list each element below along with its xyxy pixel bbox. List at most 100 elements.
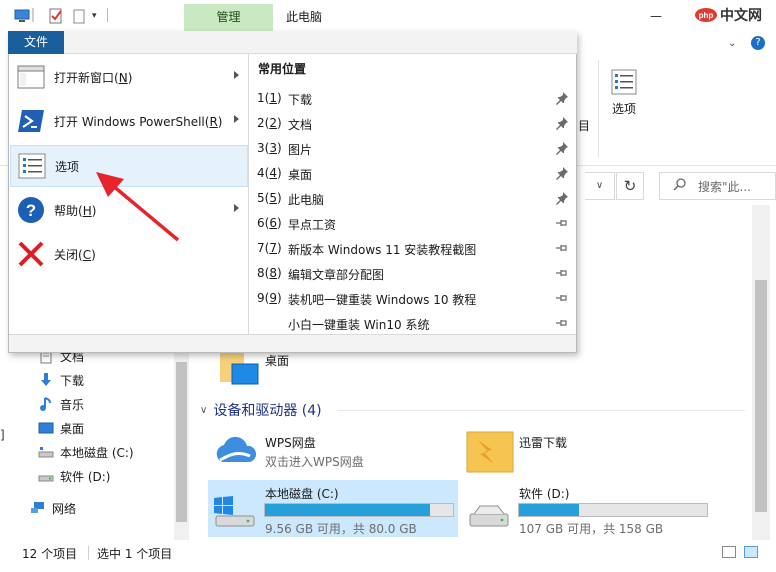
recent-place-item[interactable]: 4(4) 桌面 — [250, 161, 576, 186]
recent-place-item[interactable]: 3(3) 图片 — [250, 136, 576, 161]
drive-d-usage-fill — [519, 504, 580, 516]
powershell-icon — [16, 106, 46, 136]
nav-item-drive-d[interactable]: 软件 (D:) — [38, 465, 110, 487]
submenu-arrow-icon — [234, 204, 239, 212]
recent-place-name: 此电脑 — [288, 193, 325, 207]
desktop-folder-label[interactable]: 桌面 — [265, 352, 289, 369]
address-dropdown-button[interactable]: ∨ — [585, 172, 615, 200]
recent-place-name: 下载 — [288, 93, 313, 107]
recent-place-item[interactable]: 8(8) 编辑文章部分配图 — [250, 261, 576, 286]
annotation-arrow — [96, 172, 180, 242]
file-menu-divider — [248, 54, 249, 334]
nav-item-network[interactable]: 网络 — [30, 497, 76, 519]
chevron-down-icon[interactable]: ∨ — [200, 405, 207, 416]
drive-d-title[interactable]: 软件 (D:) — [519, 485, 569, 502]
status-item-count: 12 个项目 — [22, 547, 78, 561]
search-placeholder: 搜索"此... — [698, 180, 751, 194]
drive-d-subtitle: 107 GB 可用，共 158 GB — [519, 522, 664, 536]
recent-place-item[interactable]: 7(7) 新版本 Windows 11 安装教程截图 — [250, 236, 576, 261]
ribbon-separator — [598, 60, 599, 158]
pin-icon[interactable] — [555, 291, 569, 305]
drive-c-usage-bar — [264, 503, 454, 517]
file-menu-tab-strip — [64, 31, 577, 54]
toolbar-divider — [32, 8, 34, 22]
options-icon — [17, 151, 47, 181]
pin-icon[interactable] — [555, 266, 569, 280]
recent-place-name: 装机吧一键重装 Windows 10 教程 — [288, 293, 477, 307]
recent-place-index: 6(6) — [257, 216, 282, 230]
xunlei-title[interactable]: 迅雷下载 — [519, 434, 567, 451]
menu-item-new-window[interactable]: 打开新窗口(N) — [10, 56, 248, 98]
computer-icon[interactable] — [14, 8, 30, 24]
recent-place-name: 小白一键重装 Win10 系统 — [288, 318, 430, 332]
recent-place-item[interactable]: 1(1) 下载 — [250, 86, 576, 111]
pin-icon[interactable] — [555, 241, 569, 255]
recent-place-index: 9(9) — [257, 291, 282, 305]
menu-item-label: 打开新窗口(N) — [54, 70, 133, 85]
nav-item-drive-c[interactable]: 本地磁盘 (C:) — [38, 441, 134, 463]
ribbon-fragment-label: 目 — [578, 119, 591, 133]
drive-d-icon[interactable] — [466, 500, 512, 530]
help-icon: ? — [16, 195, 46, 225]
xunlei-folder-icon[interactable] — [466, 428, 514, 474]
left-edge-fragment: ] — [0, 428, 5, 442]
nav-item-label: 下载 — [60, 373, 85, 388]
tab-file[interactable]: 文件 — [8, 31, 64, 54]
ribbon-options-label[interactable]: 选项 — [604, 100, 644, 117]
pinned-icon[interactable] — [555, 166, 569, 180]
properties-icon[interactable] — [48, 8, 64, 24]
recent-place-index: 5(5) — [257, 191, 282, 205]
nav-item-music[interactable]: 音乐 — [38, 393, 84, 415]
wps-title[interactable]: WPS网盘 — [265, 434, 316, 451]
recent-place-item[interactable]: 5(5) 此电脑 — [250, 186, 576, 211]
recent-place-name: 早点工资 — [288, 218, 337, 232]
nav-scrollbar-thumb[interactable] — [176, 362, 187, 522]
window-title: 此电脑 — [286, 10, 323, 24]
ribbon-options-button[interactable] — [604, 66, 644, 126]
refresh-button[interactable]: ↻ — [616, 172, 644, 200]
pin-icon[interactable] — [555, 316, 569, 330]
drive-c-subtitle: 9.56 GB 可用，共 80.0 GB — [265, 522, 417, 536]
drive-icon — [38, 468, 54, 484]
devices-group-header[interactable]: ∨ 设备和驱动器 (4) — [200, 400, 322, 420]
details-view-icon[interactable] — [722, 546, 736, 558]
search-icon — [672, 177, 688, 193]
recent-place-item[interactable]: 6(6) 早点工资 — [250, 211, 576, 236]
network-icon — [30, 500, 46, 516]
options-list-icon — [611, 69, 637, 95]
desktop-folder-icon[interactable] — [218, 350, 260, 390]
help-circle-icon[interactable]: ? — [751, 36, 765, 50]
tab-manage[interactable]: 管理 — [184, 4, 273, 32]
recent-place-item[interactable]: 2(2) 文档 — [250, 111, 576, 136]
recent-place-index: 4(4) — [257, 166, 282, 180]
recent-place-name: 新版本 Windows 11 安装教程截图 — [288, 243, 477, 257]
status-selected-count: 选中 1 个项目 — [97, 547, 173, 561]
large-icons-view-icon[interactable] — [744, 546, 758, 558]
minimize-icon[interactable]: — — [646, 6, 666, 26]
drive-c-title[interactable]: 本地磁盘 (C:) — [265, 485, 339, 502]
group-header-label: 设备和驱动器 (4) — [213, 403, 322, 419]
new-folder-icon[interactable] — [72, 8, 88, 24]
file-menu-footer — [9, 334, 576, 352]
watermark-text: 中文网 — [720, 8, 762, 24]
group-divider — [337, 410, 745, 411]
wps-cloud-icon[interactable] — [212, 430, 260, 470]
pin-icon[interactable] — [555, 216, 569, 230]
nav-item-label: 本地磁盘 (C:) — [60, 445, 134, 460]
expand-ribbon-icon[interactable]: ⌄ — [728, 38, 736, 49]
title-bar: ▾ 管理 此电脑 — php 中文网 — [0, 0, 776, 32]
close-icon — [16, 239, 46, 269]
customize-toolbar-icon[interactable]: ▾ — [92, 8, 108, 24]
menu-item-powershell[interactable]: 打开 Windows PowerShell(R) — [10, 100, 248, 142]
nav-item-label: 桌面 — [60, 421, 85, 436]
pinned-icon[interactable] — [555, 116, 569, 130]
recent-place-item[interactable]: 小白一键重装 Win10 系统 — [250, 311, 576, 336]
recent-place-item[interactable]: 9(9) 装机吧一键重装 Windows 10 教程 — [250, 286, 576, 311]
nav-item-desktop[interactable]: 桌面 — [38, 417, 84, 439]
menu-item-label: 选项 — [55, 159, 80, 174]
pinned-icon[interactable] — [555, 141, 569, 155]
nav-item-downloads[interactable]: 下载 — [38, 369, 84, 391]
pinned-icon[interactable] — [555, 91, 569, 105]
pinned-icon[interactable] — [555, 191, 569, 205]
content-scrollbar-thumb[interactable] — [755, 280, 767, 512]
